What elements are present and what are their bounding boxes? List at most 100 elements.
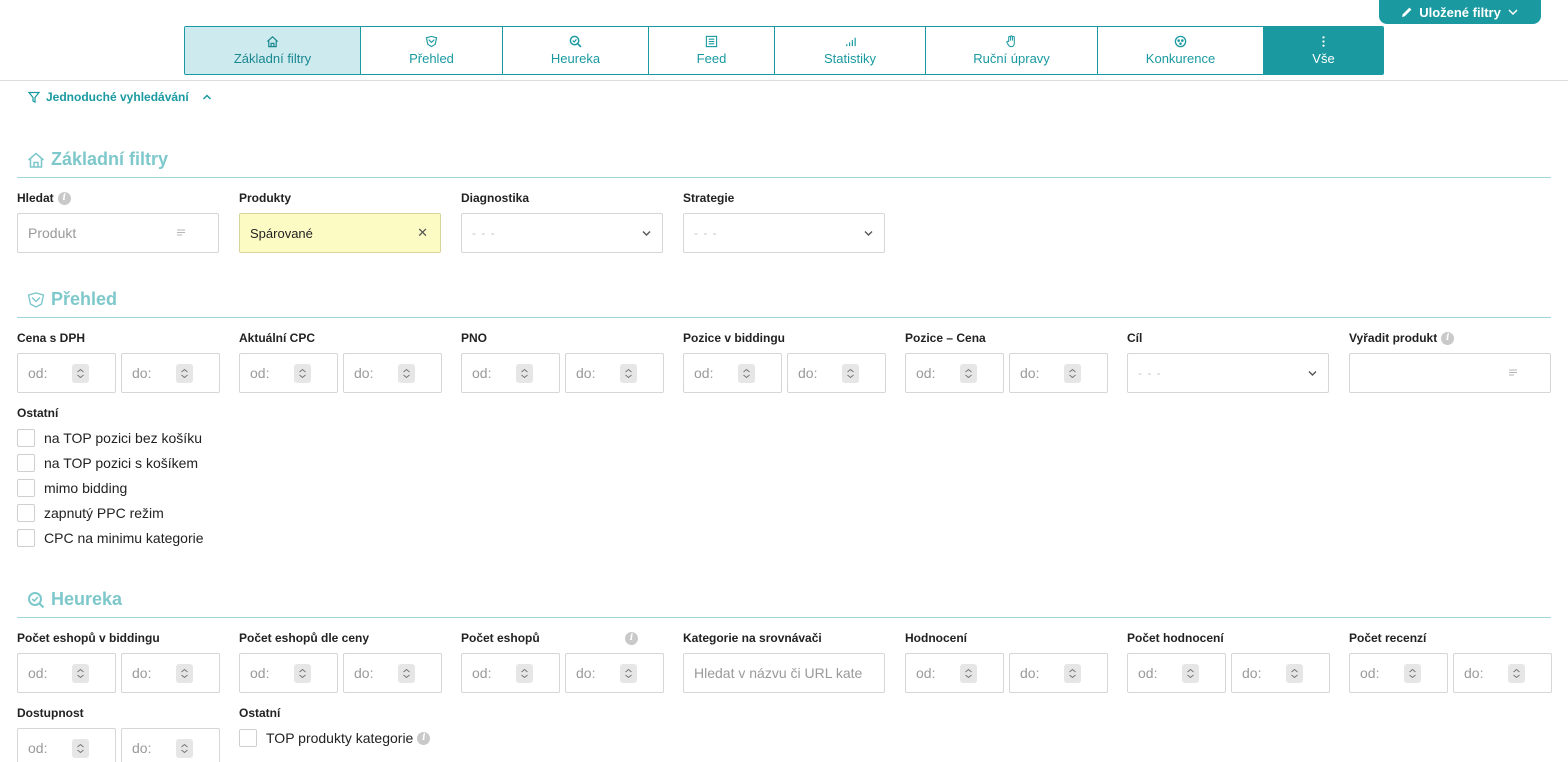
- shops-bidding-from-input[interactable]: od:: [17, 653, 116, 693]
- spinner-icon[interactable]: [398, 664, 415, 683]
- spinner-icon[interactable]: [842, 364, 859, 383]
- reviews-from-input[interactable]: od:: [1349, 653, 1448, 693]
- from-placeholder: od:: [28, 740, 48, 756]
- checkbox[interactable]: [17, 504, 35, 522]
- rating-to-input[interactable]: do:: [1009, 653, 1108, 693]
- cpc-from-input[interactable]: od:: [239, 353, 338, 393]
- spinner-icon[interactable]: [1064, 664, 1081, 683]
- checkbox[interactable]: [17, 529, 35, 547]
- info-icon[interactable]: i: [57, 191, 71, 205]
- spinner-icon[interactable]: [176, 364, 193, 383]
- shield-icon: [425, 35, 438, 48]
- pno-to-input[interactable]: do:: [565, 353, 664, 393]
- spinner-icon[interactable]: [620, 364, 637, 383]
- checkbox[interactable]: [17, 479, 35, 497]
- spinner-icon[interactable]: [1404, 664, 1421, 683]
- checkbox[interactable]: [17, 454, 35, 472]
- spinner-icon[interactable]: [294, 664, 311, 683]
- price-label: Cena s DPH: [17, 331, 85, 345]
- products-select[interactable]: Spárované ✕: [239, 213, 441, 253]
- tab-overview[interactable]: Přehled: [361, 27, 503, 74]
- spinner-icon[interactable]: [1182, 664, 1199, 683]
- info-icon[interactable]: i: [625, 631, 638, 645]
- spinner-icon[interactable]: [1286, 664, 1303, 683]
- shops-bidding-to-input[interactable]: do:: [121, 653, 220, 693]
- exclude-product-input[interactable]: [1349, 353, 1551, 393]
- strategy-select[interactable]: - - -: [683, 213, 885, 253]
- tab-competition[interactable]: Konkurence: [1098, 27, 1264, 74]
- spinner-icon[interactable]: [960, 664, 977, 683]
- search-input[interactable]: Produkt: [17, 213, 219, 253]
- price-from-input[interactable]: od:: [17, 353, 116, 393]
- shops-price-from-input[interactable]: od:: [239, 653, 338, 693]
- spinner-icon[interactable]: [620, 664, 637, 683]
- from-placeholder: od:: [250, 365, 270, 381]
- to-placeholder: do:: [798, 365, 818, 381]
- rating-from-input[interactable]: od:: [905, 653, 1004, 693]
- bidding-position-label: Pozice v biddingu: [683, 331, 785, 345]
- cpc-to-input[interactable]: do:: [343, 353, 442, 393]
- section-divider: [17, 177, 1551, 178]
- tab-manual-edits[interactable]: Ruční úpravy: [926, 27, 1098, 74]
- spinner-icon[interactable]: [176, 664, 193, 683]
- spinner-icon[interactable]: [176, 739, 193, 758]
- tab-all[interactable]: Vše: [1264, 27, 1383, 74]
- spinner-icon[interactable]: [738, 364, 755, 383]
- pno-from-input[interactable]: od:: [461, 353, 560, 393]
- saved-filters-button[interactable]: Uložené filtry: [1379, 0, 1541, 24]
- info-icon[interactable]: i: [417, 731, 431, 745]
- checkbox-top-no-cart[interactable]: na TOP pozici bez košíku: [17, 429, 202, 447]
- spinner-icon[interactable]: [72, 364, 89, 383]
- tab-basic-filters[interactable]: Základní filtry: [185, 27, 361, 74]
- home-icon: [28, 152, 44, 168]
- price-to-input[interactable]: do:: [121, 353, 220, 393]
- checkbox[interactable]: [17, 429, 35, 447]
- reviews-to-input[interactable]: do:: [1453, 653, 1552, 693]
- reviews-count-label: Počet recenzí: [1349, 631, 1426, 645]
- checkbox-out-of-bidding[interactable]: mimo bidding: [17, 479, 127, 497]
- checkbox[interactable]: [239, 729, 257, 747]
- spinner-icon[interactable]: [1064, 364, 1081, 383]
- spinner-icon[interactable]: [516, 364, 533, 383]
- checkbox-label: CPC na minimu kategorie: [44, 530, 204, 546]
- spinner-icon[interactable]: [960, 364, 977, 383]
- to-placeholder: do:: [1020, 665, 1040, 681]
- rating-count-to-input[interactable]: do:: [1231, 653, 1330, 693]
- simple-search-toggle[interactable]: Jednoduché vyhledávání: [28, 90, 213, 104]
- rating-count-from-input[interactable]: od:: [1127, 653, 1226, 693]
- shops-to-input[interactable]: do:: [565, 653, 664, 693]
- tab-statistics[interactable]: Statistiky: [775, 27, 926, 74]
- spinner-icon[interactable]: [72, 739, 89, 758]
- position-price-to-input[interactable]: do:: [1009, 353, 1108, 393]
- checkbox-label: mimo bidding: [44, 480, 128, 496]
- checkbox-ppc-mode[interactable]: zapnutý PPC režim: [17, 504, 164, 522]
- checkbox-top-products-category[interactable]: TOP produkty kategorie i: [239, 729, 431, 747]
- tab-heureka[interactable]: Heureka: [503, 27, 649, 74]
- tab-feed[interactable]: Feed: [649, 27, 775, 74]
- category-search-input[interactable]: Hledat v názvu či URL kate: [683, 653, 885, 693]
- checkbox-cpc-minimum[interactable]: CPC na minimu kategorie: [17, 529, 204, 547]
- position-price-from-input[interactable]: od:: [905, 353, 1004, 393]
- spinner-icon[interactable]: [516, 664, 533, 683]
- checkbox-top-with-cart[interactable]: na TOP pozici s košíkem: [17, 454, 198, 472]
- spinner-icon[interactable]: [294, 364, 311, 383]
- diagnostics-select[interactable]: - - -: [461, 213, 663, 253]
- section-title-text: Přehled: [51, 289, 118, 309]
- category-label: Kategorie na srovnávači: [683, 631, 822, 645]
- shops-count-label-text: Počet eshopů: [461, 631, 540, 645]
- bidding-position-from-input[interactable]: od:: [683, 353, 782, 393]
- category-placeholder: Hledat v názvu či URL kate: [694, 665, 863, 681]
- spinner-icon[interactable]: [398, 364, 415, 383]
- from-placeholder: od:: [916, 365, 936, 381]
- spinner-icon[interactable]: [72, 664, 89, 683]
- shops-price-to-input[interactable]: do:: [343, 653, 442, 693]
- info-icon[interactable]: i: [1441, 331, 1455, 345]
- clear-icon[interactable]: ✕: [417, 225, 428, 241]
- shops-in-bidding-label-text: Počet eshopů v biddingu: [17, 631, 160, 645]
- goal-select[interactable]: - - -: [1127, 353, 1329, 393]
- availability-from-input[interactable]: od:: [17, 728, 116, 762]
- shops-from-input[interactable]: od:: [461, 653, 560, 693]
- spinner-icon[interactable]: [1508, 664, 1525, 683]
- availability-to-input[interactable]: do:: [121, 728, 220, 762]
- bidding-position-to-input[interactable]: do:: [787, 353, 886, 393]
